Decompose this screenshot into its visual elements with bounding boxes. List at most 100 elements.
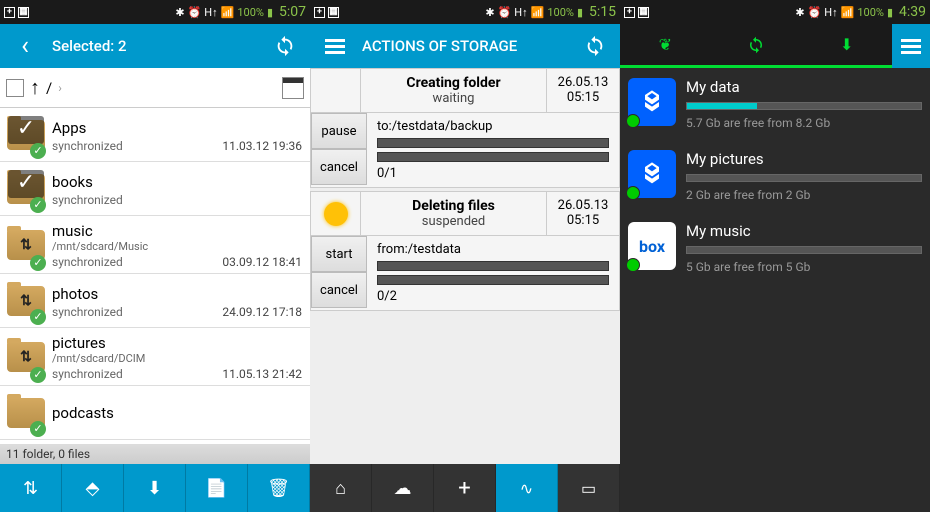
storage-bar <box>686 102 922 110</box>
file-row[interactable]: ⇅ music /mnt/sdcard/Music synchronized03… <box>0 216 310 274</box>
notif-icon: + <box>4 7 15 18</box>
sync-status: synchronized <box>52 193 123 207</box>
clock: 5:07 <box>279 4 306 20</box>
file-date: 11.03.12 19:36 <box>222 139 302 153</box>
chevron-left-icon: ‹ <box>21 31 29 61</box>
trash-icon: 🗑 <box>267 478 290 499</box>
sync-button[interactable]: ⇅ <box>0 464 62 512</box>
add-button[interactable]: + <box>434 464 496 512</box>
signal-icon: 📶 <box>841 6 855 19</box>
file-info: podcasts <box>52 386 310 439</box>
status-badge-icon <box>30 421 46 437</box>
task-cancel-button[interactable]: cancel <box>311 149 367 185</box>
task-cancel-button[interactable]: cancel <box>311 272 367 308</box>
refresh-button[interactable] <box>576 27 614 65</box>
network-icon: H↑ <box>204 6 217 19</box>
status-bar: +▦ ✱ ⏰ H↑ 📶 100% ▮ 5:15 <box>310 0 620 24</box>
account-name: My music <box>686 222 922 240</box>
copy-button[interactable]: 📄 <box>186 464 248 512</box>
task-pause-button[interactable]: pause <box>311 113 367 149</box>
activity-icon: ∿ <box>520 479 533 498</box>
home-button[interactable]: ⌂ <box>310 464 372 512</box>
battery-level: 100% <box>547 6 574 19</box>
menu-button[interactable] <box>892 24 930 68</box>
battery-icon: ▮ <box>267 6 273 19</box>
tab-refresh[interactable] <box>711 24 802 68</box>
progress-bar <box>377 275 609 285</box>
account-row[interactable]: My pictures 2 Gb are free from 2 Gb <box>620 140 930 212</box>
notif-icon: ▦ <box>18 7 29 18</box>
bulb-icon <box>324 202 348 226</box>
delete-button[interactable]: 🗑 <box>248 464 310 512</box>
cloud-button[interactable]: ☁ <box>372 464 434 512</box>
status-dot-icon <box>626 186 640 200</box>
status-bar: +▦ ✱ ⏰ H↑ 📶 100% ▮ 4:39 <box>620 0 930 24</box>
up-folder-button[interactable]: ↑ <box>30 75 40 100</box>
task-card: Deleting filessuspended 26.05.1305:15 st… <box>310 191 620 311</box>
file-row[interactable]: ⇅ photos synchronized24.09.12 17:18 <box>0 274 310 328</box>
task-time: 05:15 <box>553 213 613 228</box>
task-list: Creating folderwaiting 26.05.1305:15 pau… <box>310 68 620 464</box>
status-badge-icon <box>30 143 46 159</box>
account-list: My data 5.7 Gb are free from 8.2 Gb My p… <box>620 68 930 512</box>
sync-arrows-icon: ⇅ <box>20 237 32 253</box>
activity-button[interactable]: ∿ <box>496 464 558 512</box>
task-start-button[interactable]: start <box>311 236 367 272</box>
clock: 5:15 <box>589 4 616 20</box>
notif-icon: + <box>624 7 635 18</box>
network-icon: H↑ <box>824 6 837 19</box>
path-row: ↑ / › <box>0 68 310 108</box>
path-text[interactable]: / <box>46 79 52 97</box>
download-icon: ⬇ <box>840 35 853 54</box>
file-name: music <box>52 222 93 240</box>
copy-icon: 📄 <box>205 478 227 499</box>
folder-icon: ⇅ <box>0 274 52 327</box>
contacts-button[interactable]: ▭ <box>558 464 620 512</box>
share-icon: ⬘ <box>86 478 100 499</box>
file-row[interactable]: podcasts <box>0 386 310 440</box>
sync-icon: ⇅ <box>23 478 38 499</box>
select-all-checkbox[interactable] <box>6 79 24 97</box>
back-button[interactable]: ‹ <box>6 27 44 65</box>
bottom-bar: ⇅ ⬘ ⬇ 📄 🗑 <box>0 464 310 512</box>
account-row[interactable]: My data 5.7 Gb are free from 8.2 Gb <box>620 68 930 140</box>
network-icon: H↑ <box>514 6 527 19</box>
file-date: 11.05.13 21:42 <box>222 367 302 381</box>
folder-icon <box>0 108 52 161</box>
share-button[interactable]: ⬘ <box>62 464 124 512</box>
progress-bar <box>377 261 609 271</box>
alarm-icon: ⏰ <box>188 6 202 19</box>
file-row[interactable]: ⇅ pictures /mnt/sdcard/DCIM synchronized… <box>0 328 310 386</box>
leaf-icon: ❦ <box>659 35 672 54</box>
account-name: My pictures <box>686 150 922 168</box>
task-card: Creating folderwaiting 26.05.1305:15 pau… <box>310 68 620 188</box>
status-bar: +▦ ✱ ⏰ H↑ 📶 100% ▮ 5:07 <box>0 0 310 24</box>
notif-icon: + <box>314 7 325 18</box>
notif-icon: ▦ <box>328 7 339 18</box>
account-row[interactable]: box My music 5 Gb are free from 5 Gb <box>620 212 930 284</box>
task-icon <box>311 69 361 112</box>
folder-icon: ⇅ <box>0 216 52 273</box>
battery-icon: ▮ <box>577 6 583 19</box>
task-count: 0/1 <box>377 166 609 181</box>
sort-button[interactable] <box>282 77 304 99</box>
download-button[interactable]: ⬇ <box>124 464 186 512</box>
folder-icon <box>0 162 52 215</box>
tab-sync[interactable]: ❦ <box>620 24 711 68</box>
notif-icon: ▦ <box>638 7 649 18</box>
task-time: 05:15 <box>553 90 613 105</box>
title: ACTIONS OF STORAGE <box>354 37 576 55</box>
contact-icon: ▭ <box>581 479 596 498</box>
file-row[interactable]: books synchronized <box>0 162 310 216</box>
file-list[interactable]: Apps synchronized11.03.12 19:36 books sy… <box>0 108 310 440</box>
file-row[interactable]: Apps synchronized11.03.12 19:36 <box>0 108 310 162</box>
screen-accounts: +▦ ✱ ⏰ H↑ 📶 100% ▮ 4:39 ❦ ⬇ My data 5.7 … <box>620 0 930 512</box>
tab-download[interactable]: ⬇ <box>801 24 892 68</box>
status-badge-icon <box>30 255 46 271</box>
clock: 4:39 <box>899 4 926 20</box>
file-info: photos synchronized24.09.12 17:18 <box>52 274 310 327</box>
menu-button[interactable] <box>316 27 354 65</box>
screen-file-browser: +▦ ✱ ⏰ H↑ 📶 100% ▮ 5:07 ‹ Selected: 2 ↑ … <box>0 0 310 512</box>
refresh-button[interactable] <box>266 27 304 65</box>
signal-icon: 📶 <box>531 6 545 19</box>
